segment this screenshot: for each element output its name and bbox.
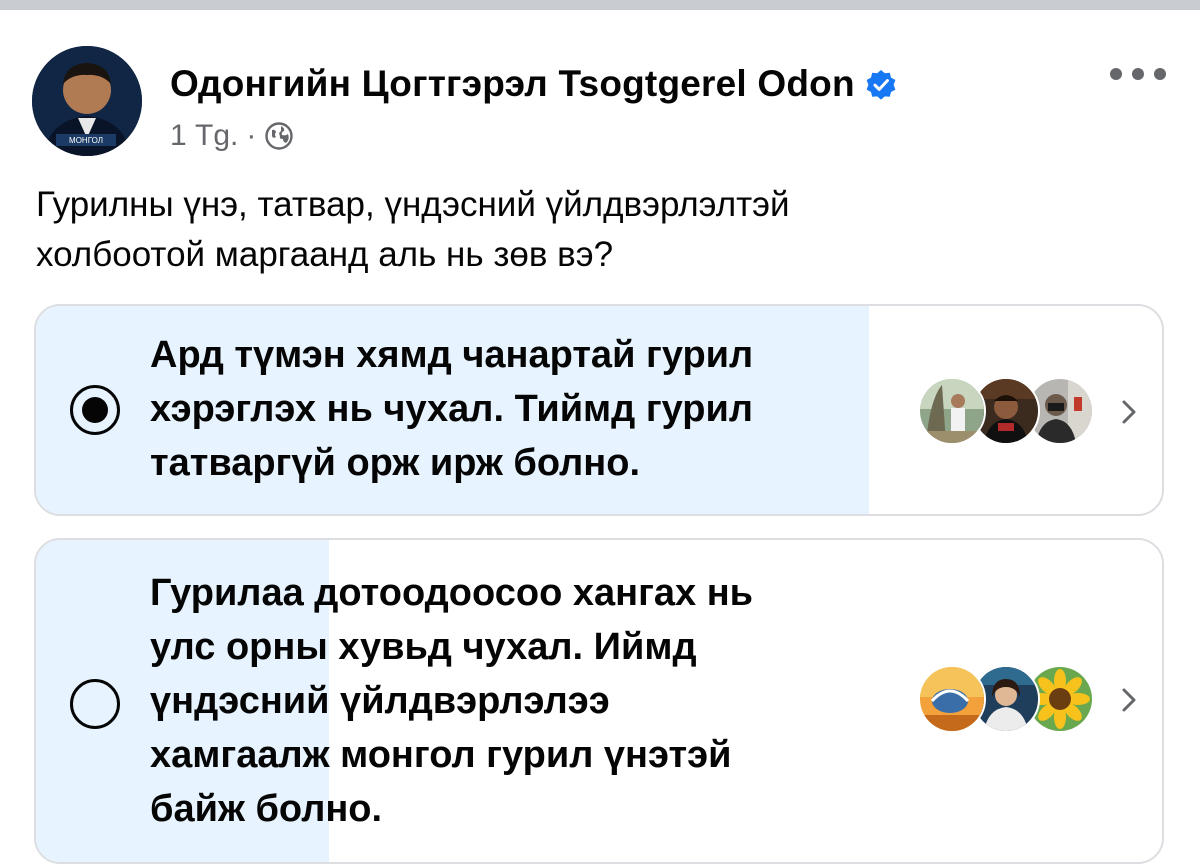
option-line: хамгаалж монгол гурил үнэтэй bbox=[150, 734, 732, 776]
option-line: байж болно. bbox=[150, 788, 383, 830]
more-options-icon[interactable] bbox=[1110, 60, 1166, 88]
voter-avatar bbox=[918, 377, 986, 445]
poll-option[interactable]: Гурилаа дотоодоосоо хангах нь улс орны х… bbox=[34, 538, 1164, 864]
avatar-caption: МОНГОЛ bbox=[69, 136, 103, 145]
post-text: Гурилны үнэ, татвар, үндэсний үйлдвэрлэл… bbox=[36, 180, 1156, 280]
author-avatar[interactable]: МОНГОЛ bbox=[32, 46, 142, 156]
dot bbox=[1110, 68, 1122, 80]
option-line: үндэсний үйлдвэрлэлээ bbox=[150, 680, 610, 722]
top-divider bbox=[0, 0, 1200, 10]
poll-option-label: Ард түмэн хямд чанартай гурил хэрэглэх н… bbox=[150, 328, 910, 490]
option-line: Гурилаа дотоодоосоо хангах нь bbox=[150, 572, 754, 614]
chevron-right-icon[interactable] bbox=[1116, 682, 1140, 718]
option-line: хэрэглэх нь чухал. Тиймд гурил bbox=[150, 388, 754, 430]
poll-option-label: Гурилаа дотоодоосоо хангах нь улс орны х… bbox=[150, 566, 910, 836]
post-author[interactable]: Одонгийн Цогтгэрэл Tsogtgerel Odon bbox=[170, 62, 897, 106]
post-text-line: Гурилны үнэ, татвар, үндэсний үйлдвэрлэл… bbox=[36, 185, 790, 224]
globe-icon[interactable] bbox=[264, 121, 294, 151]
option-line: татваргүй орж ирж болно. bbox=[150, 442, 641, 484]
post-text-line: холбоотой маргаанд аль нь зөв вэ? bbox=[36, 235, 614, 274]
chevron-right-icon[interactable] bbox=[1116, 394, 1140, 430]
poll-option[interactable]: Ард түмэн хямд чанартай гурил хэрэглэх н… bbox=[34, 304, 1164, 516]
poll-radio-selected[interactable] bbox=[70, 385, 120, 435]
option-line: Ард түмэн хямд чанартай гурил bbox=[150, 334, 754, 376]
dot bbox=[1154, 68, 1166, 80]
dot bbox=[1132, 68, 1144, 80]
verified-badge-icon bbox=[865, 68, 897, 100]
post-meta: 1 Тg. · bbox=[170, 118, 294, 154]
voter-avatar bbox=[918, 665, 986, 733]
option-line: улс орны хувьд чухал. Иймд bbox=[150, 626, 697, 668]
post-timestamp[interactable]: 1 Тg. bbox=[170, 119, 238, 153]
meta-separator: · bbox=[246, 119, 257, 152]
author-name[interactable]: Одонгийн Цогтгэрэл Tsogtgerel Odon bbox=[170, 63, 855, 105]
poll-radio-unselected[interactable] bbox=[70, 679, 120, 729]
